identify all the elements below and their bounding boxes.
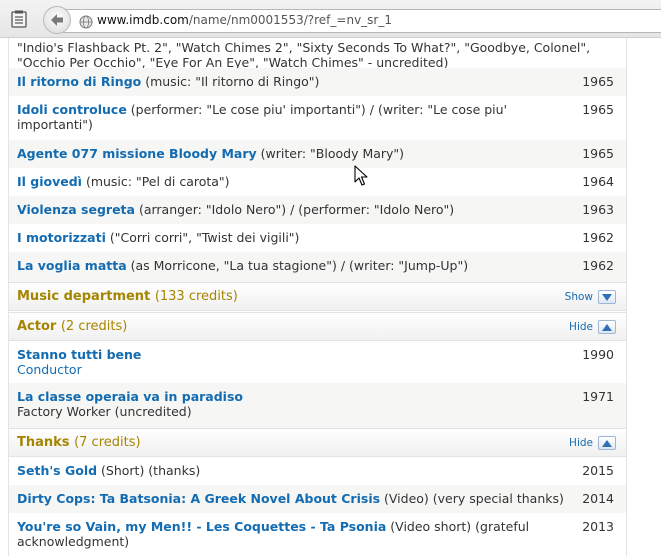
credit-description: (music: "Il ritorno di Ringo") (141, 74, 320, 89)
url-domain: www.imdb.com (97, 13, 189, 27)
hide-toggle-button[interactable]: Hide (569, 434, 616, 452)
credit-description: (writer: "Bloody Mary") (256, 146, 405, 161)
credit-title-link[interactable]: Il ritorno di Ringo (17, 74, 141, 89)
list-item: "Indio's Flashback Pt. 2", "Watch Chimes… (9, 38, 626, 70)
credit-year: 1990 (582, 347, 614, 362)
toggle-label: Hide (569, 321, 593, 333)
credit-year: 1965 (582, 74, 614, 89)
credit-title-link[interactable]: Dirty Cops: Ta Batsonia: A Greek Novel A… (17, 491, 380, 506)
credit-year: 1963 (582, 202, 614, 217)
collapse-arrow-icon[interactable] (598, 436, 616, 450)
show-toggle-button[interactable]: Show (565, 288, 616, 306)
toggle-label: Show (564, 291, 593, 303)
table-row: Violenza segreta (arranger: "Idolo Nero"… (9, 196, 626, 224)
section-credit-count: (2 credits) (60, 319, 128, 334)
credit-year: 1962 (582, 258, 614, 273)
section-header-music-department[interactable]: Music department (133 credits) Show (9, 282, 626, 311)
credit-year: 2014 (582, 491, 614, 506)
section-title-text: Music department (17, 289, 151, 304)
credit-title-link[interactable]: Stanno tutti bene (17, 347, 141, 362)
section-title-text: Actor (17, 319, 57, 334)
table-row: Idoli controluce (performer: "Le cose pi… (9, 96, 626, 140)
section-title: Thanks (7 credits) (17, 435, 141, 450)
table-row: You're so Vain, my Men!! - Les Coquettes… (9, 513, 626, 556)
credit-year: 1965 (582, 102, 614, 117)
credit-year: 1964 (582, 174, 614, 189)
back-arrow-icon (51, 14, 63, 26)
url-path: /name/nm0001553/?ref_=nv_sr_1 (188, 13, 392, 27)
table-row: Dirty Cops: Ta Batsonia: A Greek Novel A… (9, 485, 626, 513)
table-row: Il giovedì (music: "Pel di carota") 1964 (9, 168, 626, 196)
address-bar[interactable]: www.imdb.com/name/nm0001553/?ref_=nv_sr_… (58, 9, 661, 33)
credit-description: (arranger: "Idolo Nero") / (performer: "… (134, 202, 455, 217)
credit-description: (Short) (thanks) (97, 463, 201, 478)
credit-title-link[interactable]: You're so Vain, my Men!! - Les Coquettes… (17, 519, 386, 534)
hide-toggle-button[interactable]: Hide (569, 318, 616, 336)
character-link[interactable]: Conductor (17, 362, 82, 377)
credit-title-link[interactable]: Idoli controluce (17, 102, 127, 117)
credit-year: 1971 (582, 389, 614, 404)
partial-credits-line1: "Indio's Flashback Pt. 2", "Watch Chimes… (17, 40, 591, 55)
credit-description: ("Corri corri", "Twist dei vigili") (105, 230, 300, 245)
section-credit-count: (7 credits) (74, 435, 141, 450)
table-row: Il ritorno di Ringo (music: "Il ritorno … (9, 68, 626, 96)
url-text[interactable]: www.imdb.com/name/nm0001553/?ref_=nv_sr_… (97, 13, 392, 27)
credit-year: 1965 (582, 146, 614, 161)
credit-description: (Video) (very special thanks) (380, 491, 564, 506)
table-row: La voglia matta (as Morricone, "La tua s… (9, 252, 626, 282)
section-credit-count: (133 credits) (154, 289, 238, 304)
filmography-content: "Indio's Flashback Pt. 2", "Watch Chimes… (8, 38, 627, 556)
credit-title-link[interactable]: Seth's Gold (17, 463, 97, 478)
credit-description: (music: "Pel di carota") (81, 174, 230, 189)
credit-title-link[interactable]: I motorizzati (17, 230, 106, 245)
credit-description: (as Morricone, "La tua stagione") / (wri… (126, 258, 469, 273)
section-title: Actor (2 credits) (17, 319, 127, 334)
browser-toolbar: www.imdb.com/name/nm0001553/?ref_=nv_sr_… (0, 0, 661, 38)
globe-icon (79, 14, 93, 29)
collapse-arrow-icon[interactable] (598, 320, 616, 334)
section-header-thanks[interactable]: Thanks (7 credits) Hide (9, 428, 626, 457)
section-header-actor[interactable]: Actor (2 credits) Hide (9, 312, 626, 341)
credit-year: 1962 (582, 230, 614, 245)
credit-title-link[interactable]: La classe operaia va in paradiso (17, 389, 243, 404)
table-row: Seth's Gold (Short) (thanks) 2015 (9, 457, 626, 485)
table-row: Stanno tutti bene Conductor 1990 (9, 341, 626, 383)
back-button[interactable] (43, 6, 71, 34)
credit-year: 2015 (582, 463, 614, 478)
credit-title-link[interactable]: Agente 077 missione Bloody Mary (17, 146, 257, 161)
credit-year: 2013 (582, 519, 614, 534)
character-name: Factory Worker (uncredited) (17, 404, 192, 419)
credit-title-link[interactable]: Il giovedì (17, 174, 82, 189)
table-row: Agente 077 missione Bloody Mary (writer:… (9, 140, 626, 168)
section-title: Music department (133 credits) (17, 289, 238, 304)
section-title-text: Thanks (17, 435, 70, 450)
table-row: I motorizzati ("Corri corri", "Twist dei… (9, 224, 626, 252)
expand-arrow-icon[interactable] (598, 290, 616, 304)
toggle-label: Hide (569, 437, 593, 449)
credit-title-link[interactable]: Violenza segreta (17, 202, 135, 217)
menu-icon[interactable] (11, 10, 27, 28)
table-row: La classe operaia va in paradiso Factory… (9, 383, 626, 428)
credit-title-link[interactable]: La voglia matta (17, 258, 127, 273)
mouse-cursor-icon (354, 165, 368, 187)
